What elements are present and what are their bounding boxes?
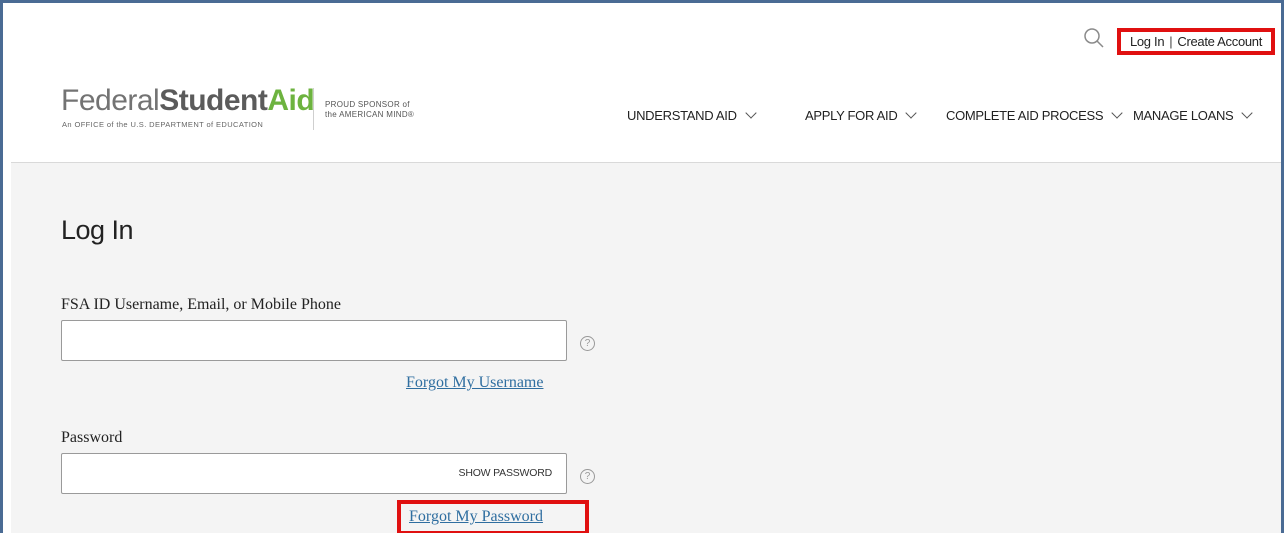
login-content: Log In FSA ID Username, Email, or Mobile… [11, 163, 1281, 533]
nav-understand-aid[interactable]: UNDERSTAND AID [627, 107, 757, 123]
logo-word-aid: Aid [267, 84, 315, 117]
nav-label: APPLY FOR AID [805, 108, 898, 123]
forgot-username-link[interactable]: Forgot My Username [406, 374, 543, 392]
search-icon[interactable] [1083, 27, 1105, 49]
browser-frame: Log In | Create Account FederalStudentAi… [0, 0, 1284, 533]
utility-links-highlight: Log In | Create Account [1117, 28, 1275, 55]
chevron-down-icon [1241, 107, 1254, 119]
logo-wordmark: FederalStudentAid [61, 84, 315, 117]
logo-sponsor: PROUD SPONSOR of the AMERICAN MIND® [325, 100, 414, 120]
nav-complete-aid-process[interactable]: COMPLETE AID PROCESS [946, 107, 1123, 123]
show-password-button[interactable]: SHOW PASSWORD [459, 467, 553, 479]
login-link[interactable]: Log In [1130, 34, 1165, 49]
logo-word-student: Student [159, 84, 268, 117]
nav-label: COMPLETE AID PROCESS [946, 108, 1104, 123]
logo-divider [313, 88, 314, 130]
username-label: FSA ID Username, Email, or Mobile Phone [61, 296, 341, 313]
chevron-down-icon [905, 107, 918, 119]
site-header: Log In | Create Account FederalStudentAi… [11, 6, 1281, 163]
chevron-down-icon [1111, 107, 1123, 119]
nav-label: MANAGE LOANS [1133, 108, 1234, 123]
forgot-password-link[interactable]: Forgot My Password [409, 508, 543, 526]
sponsor-line-2: the AMERICAN MIND® [325, 110, 415, 119]
password-label: Password [61, 429, 123, 446]
page-title: Log In [61, 215, 134, 245]
sponsor-line-1: PROUD SPONSOR of [325, 100, 410, 109]
nav-apply-for-aid[interactable]: APPLY FOR AID [805, 107, 918, 123]
password-help-icon[interactable]: ? [580, 469, 595, 484]
logo-subline: An OFFICE of the U.S. DEPARTMENT of EDUC… [62, 120, 264, 129]
password-input[interactable]: SHOW PASSWORD [61, 453, 567, 494]
username-input[interactable] [61, 320, 567, 361]
logo-word-federal: Federal [61, 84, 160, 117]
utility-separator: | [1169, 34, 1173, 49]
username-help-icon[interactable]: ? [580, 336, 595, 351]
nav-manage-loans[interactable]: MANAGE LOANS [1133, 107, 1254, 123]
chevron-down-icon [745, 107, 757, 119]
nav-label: UNDERSTAND AID [627, 108, 737, 123]
create-account-link[interactable]: Create Account [1177, 34, 1262, 49]
